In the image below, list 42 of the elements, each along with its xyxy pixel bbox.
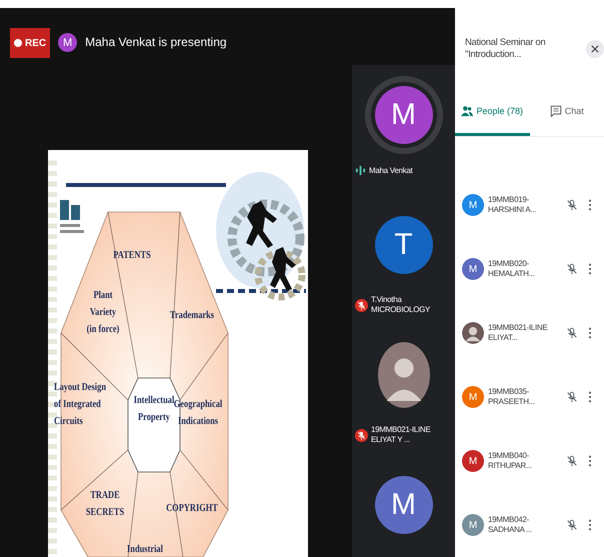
participant-name: 19MMB020-HEMALATH... [488, 259, 536, 279]
participant-name: 19MMB042-SADHANA ... [488, 515, 533, 535]
diagram-label: Plant Variety (in force) [86, 290, 120, 336]
participant-avatar: M [374, 476, 432, 534]
avatar-placeholder [462, 322, 484, 344]
more-options-icon [588, 199, 592, 211]
participant-name: 19MMB021-ILINE ELIYAT Y ... [371, 425, 432, 445]
logo-icon [60, 200, 84, 233]
participant-name: 19MMB040-RITHUPAR... [488, 451, 533, 471]
diagram-label: Layout Design of Integrated Circuits [54, 382, 106, 428]
diagram-label: TRADE SECRETS [86, 490, 124, 518]
participant-name: T.Vinotha MICROBIOLOGY [371, 295, 432, 315]
close-button[interactable] [586, 40, 604, 58]
recording-badge: REC [10, 28, 50, 58]
more-options-icon [588, 327, 592, 339]
diagram-label: Intellectual Property [134, 395, 174, 424]
diagram-label: COPYRIGHT [166, 503, 218, 514]
people-icon [461, 105, 474, 118]
participant-name: Maha Venkat [369, 166, 412, 176]
meeting-title: National Seminar on "Introduction... [465, 36, 546, 61]
participant-avatar: T [374, 216, 432, 274]
panel-tab[interactable]: People (78) [455, 89, 530, 136]
participant-avatar: M [462, 450, 484, 472]
diagram-label: PATENTS [113, 250, 151, 262]
participant-avatar: M [462, 514, 484, 536]
participant-avatar: M [462, 258, 484, 280]
chat-icon [550, 105, 562, 118]
diagram-label: Industrial [127, 544, 163, 556]
more-options-icon [588, 263, 592, 275]
participant-name: 19MMB035-PRASEETH... [488, 387, 536, 407]
presenting-text: Maha Venkat is presenting [85, 35, 227, 49]
participant-avatar: M [462, 194, 484, 216]
presenter-avatar: M [58, 33, 78, 52]
close-icon [591, 44, 599, 53]
panel-tab[interactable]: Chat [530, 89, 604, 136]
more-options-icon [588, 519, 592, 531]
participant-name: 19MMB019-HARSHINI A... [488, 195, 538, 215]
more-options-icon [588, 391, 592, 403]
participant-avatar: M [462, 386, 484, 408]
participant-avatar: M [374, 86, 432, 144]
participant-name: 19MMB021-ILINE ELIYAT... [488, 323, 548, 343]
more-options-icon [588, 455, 592, 467]
